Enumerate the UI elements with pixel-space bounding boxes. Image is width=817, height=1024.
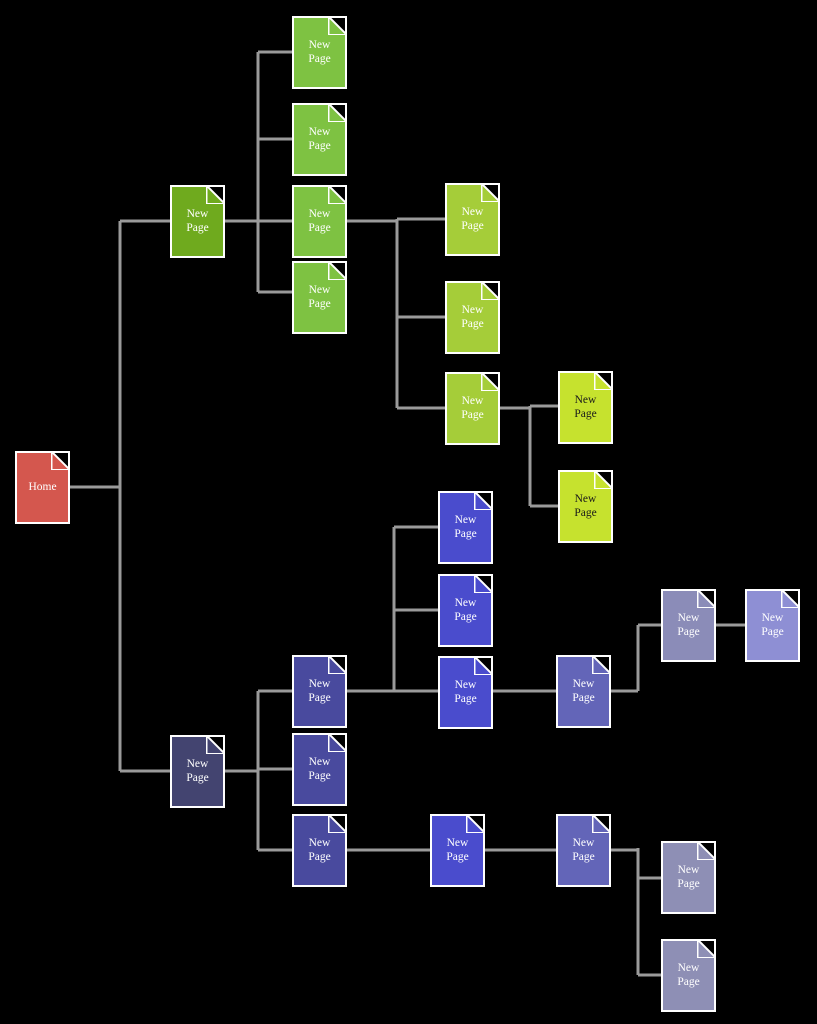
sitemap-node-label: New Page [446, 837, 469, 863]
page-fold-corner-icon [51, 453, 68, 470]
page-fold-corner-icon [474, 493, 491, 510]
sitemap-node-label: New Page [186, 758, 209, 784]
sitemap-node-page[interactable]: New Page [661, 939, 716, 1012]
sitemap-node-page[interactable]: New Page [445, 281, 500, 354]
sitemap-node-page[interactable]: New Page [292, 655, 347, 728]
sitemap-node-page[interactable]: New Page [438, 574, 493, 647]
page-fold-corner-icon [481, 374, 498, 391]
page-fold-corner-icon [594, 472, 611, 489]
page-fold-corner-icon [328, 263, 345, 280]
sitemap-node-page[interactable]: New Page [170, 735, 225, 808]
page-fold-corner-icon [697, 843, 714, 860]
sitemap-node-page[interactable]: New Page [438, 656, 493, 729]
page-fold-corner-icon [328, 816, 345, 833]
page-fold-corner-icon [474, 658, 491, 675]
page-fold-corner-icon [697, 941, 714, 958]
sitemap-node-label: New Page [677, 962, 700, 988]
page-fold-corner-icon [466, 816, 483, 833]
sitemap-node-page[interactable]: New Page [292, 733, 347, 806]
sitemap-node-label: New Page [308, 39, 331, 65]
sitemap-node-label: New Page [574, 493, 597, 519]
page-fold-corner-icon [328, 18, 345, 35]
sitemap-node-home[interactable]: Home [15, 451, 70, 524]
sitemap-node-page[interactable]: New Page [558, 371, 613, 444]
page-fold-corner-icon [328, 657, 345, 674]
page-fold-corner-icon [592, 816, 609, 833]
sitemap-node-page[interactable]: New Page [292, 16, 347, 89]
page-fold-corner-icon [481, 185, 498, 202]
sitemap-node-page[interactable]: New Page [558, 470, 613, 543]
sitemap-node-page[interactable]: New Page [292, 814, 347, 887]
sitemap-node-page[interactable]: New Page [292, 103, 347, 176]
sitemap-node-page[interactable]: New Page [445, 372, 500, 445]
page-fold-corner-icon [206, 187, 223, 204]
sitemap-node-label: New Page [308, 678, 331, 704]
page-fold-corner-icon [328, 105, 345, 122]
sitemap-node-page[interactable]: New Page [556, 814, 611, 887]
page-fold-corner-icon [781, 591, 798, 608]
sitemap-node-label: New Page [308, 837, 331, 863]
page-fold-corner-icon [697, 591, 714, 608]
sitemap-node-label: New Page [308, 756, 331, 782]
page-fold-corner-icon [592, 657, 609, 674]
sitemap-node-page[interactable]: New Page [292, 261, 347, 334]
sitemap-node-page[interactable]: New Page [445, 183, 500, 256]
page-fold-corner-icon [594, 373, 611, 390]
sitemap-node-label: New Page [461, 304, 484, 330]
page-fold-corner-icon [206, 737, 223, 754]
sitemap-node-label: New Page [454, 597, 477, 623]
page-fold-corner-icon [328, 187, 345, 204]
sitemap-node-page[interactable]: New Page [170, 185, 225, 258]
sitemap-node-label: New Page [308, 284, 331, 310]
sitemap-node-label: New Page [461, 395, 484, 421]
sitemap-node-label: New Page [572, 678, 595, 704]
sitemap-canvas: Home New Page New Page New Page New Page New … [0, 0, 817, 1024]
sitemap-node-label: New Page [572, 837, 595, 863]
page-fold-corner-icon [481, 283, 498, 300]
sitemap-node-page[interactable]: New Page [745, 589, 800, 662]
sitemap-node-page[interactable]: New Page [661, 589, 716, 662]
sitemap-node-label: New Page [761, 612, 784, 638]
page-fold-corner-icon [328, 735, 345, 752]
sitemap-node-label: New Page [574, 394, 597, 420]
sitemap-node-label: Home [28, 480, 57, 493]
sitemap-node-label: New Page [461, 206, 484, 232]
sitemap-node-label: New Page [454, 679, 477, 705]
sitemap-node-page[interactable]: New Page [292, 185, 347, 258]
sitemap-node-label: New Page [308, 208, 331, 234]
sitemap-node-page[interactable]: New Page [430, 814, 485, 887]
sitemap-node-label: New Page [454, 514, 477, 540]
sitemap-node-page[interactable]: New Page [556, 655, 611, 728]
page-fold-corner-icon [474, 576, 491, 593]
sitemap-node-page[interactable]: New Page [661, 841, 716, 914]
sitemap-node-label: New Page [308, 126, 331, 152]
sitemap-node-label: New Page [186, 208, 209, 234]
sitemap-node-label: New Page [677, 864, 700, 890]
sitemap-node-page[interactable]: New Page [438, 491, 493, 564]
sitemap-node-label: New Page [677, 612, 700, 638]
